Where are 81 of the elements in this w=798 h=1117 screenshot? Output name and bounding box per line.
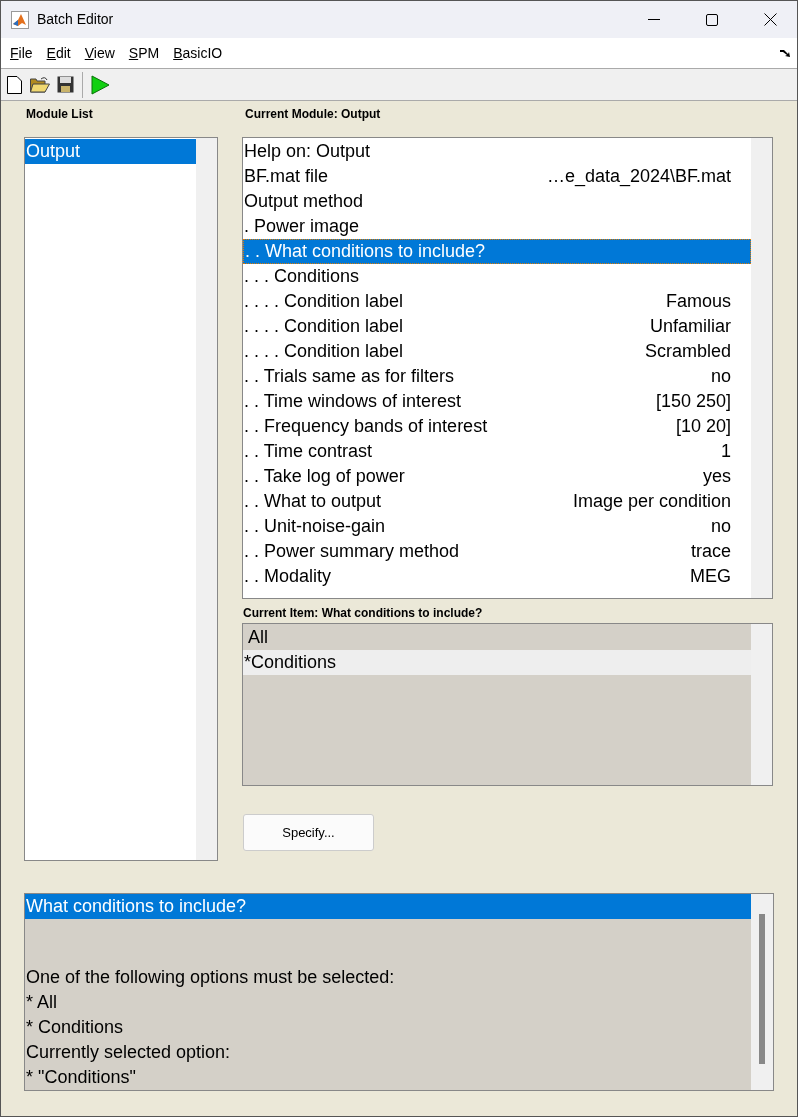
maximize-icon — [706, 13, 718, 26]
panel-label: Current Item: What conditions to include? — [243, 605, 484, 622]
panel-label: Current Module: Output — [245, 106, 382, 123]
row-label: . . . Conditions — [244, 265, 360, 288]
scrollbar-track[interactable] — [751, 138, 772, 598]
row-label: . . . . Condition label — [244, 290, 404, 313]
tree-row[interactable]: BF.mat file …e_data_2024\BF.mat — [243, 164, 751, 189]
scrollbar-track[interactable] — [751, 624, 772, 785]
tree-row[interactable]: Help on: Output — [243, 139, 751, 164]
row-value: no — [710, 515, 731, 538]
row-value: MEG — [690, 565, 731, 588]
row-label: Output method — [244, 190, 364, 213]
tree-row[interactable]: . . . . Condition label Unfamiliar — [243, 314, 751, 339]
scrollbar-track[interactable] — [196, 138, 217, 860]
help-text: One of the following options must be selected: — [25, 966, 396, 989]
help-text: * "Conditions" — [25, 1066, 137, 1089]
tree-row[interactable]: . . Unit-noise-gain no — [243, 514, 751, 539]
row-label: . . Frequency bands of interest — [244, 415, 488, 438]
row-value: Unfamiliar — [649, 315, 731, 338]
row-value: 1 — [721, 440, 731, 463]
row-label: . . What conditions to include? — [245, 240, 486, 263]
row-value: Famous — [665, 290, 731, 313]
tree-row[interactable]: . Power image — [243, 214, 751, 239]
app-logo-icon — [11, 10, 29, 29]
menu-item[interactable]: Edit — [46, 42, 71, 64]
menu-item[interactable]: View — [84, 42, 115, 64]
row-label: . . Trials same as for filters — [244, 365, 455, 388]
row-value: trace — [690, 540, 731, 563]
row-value: [10 20] — [675, 415, 731, 438]
row-value: no — [710, 365, 731, 388]
open-folder-icon[interactable] — [30, 76, 50, 93]
row-label: . . What to output — [244, 490, 382, 513]
menu-item[interactable]: File — [10, 42, 33, 64]
row-label: . . . . Condition label — [244, 340, 404, 363]
run-icon[interactable] — [91, 74, 110, 95]
row-value: Scrambled — [644, 340, 731, 363]
minimize-icon — [648, 18, 660, 21]
dock-arrow-icon[interactable] — [780, 48, 791, 58]
row-value: [150 250] — [655, 390, 731, 413]
tree-row[interactable]: . . Power summary method trace — [243, 539, 751, 564]
close-icon — [763, 13, 777, 26]
row-label: . . Unit-noise-gain — [244, 515, 386, 538]
row-value: yes — [703, 465, 731, 488]
row-label: . . Time windows of interest — [244, 390, 462, 413]
scrollbar-thumb[interactable] — [759, 914, 765, 1064]
row-value: Image per condition — [572, 490, 731, 513]
help-text: * All — [25, 991, 59, 1014]
help-heading: What conditions to include? — [25, 894, 751, 919]
row-label: Help on: Output — [244, 140, 371, 163]
tree-row[interactable]: . . Modality MEG — [243, 564, 751, 589]
row-label: . . Power summary method — [244, 540, 460, 563]
row-label: . . . . Condition label — [244, 315, 404, 338]
tree-row[interactable]: Output method — [243, 189, 751, 214]
tree-row[interactable]: . . Time contrast 1 — [243, 439, 751, 464]
tree-row[interactable]: . . . . Condition label Famous — [243, 289, 751, 314]
tree-row[interactable]: . . . Conditions — [243, 264, 751, 289]
row-label: . . Time contrast — [244, 440, 373, 463]
option-item[interactable]: *Conditions — [243, 650, 751, 675]
window-title: Batch Editor — [37, 10, 114, 29]
panel-label: Module List — [26, 106, 94, 123]
specify-button[interactable]: Specify... — [243, 814, 374, 851]
option-item[interactable]: All — [243, 625, 751, 650]
row-label: BF.mat file — [244, 165, 329, 188]
row-label: . . Modality — [244, 565, 332, 588]
row-value: …e_data_2024\BF.mat — [546, 165, 731, 189]
tree-row[interactable]: . . Frequency bands of interest [10 20] — [243, 414, 751, 439]
tree-row[interactable]: . . What to output Image per condition — [243, 489, 751, 514]
help-text: * Conditions — [25, 1016, 125, 1039]
tree-row[interactable]: . . . . Condition label Scrambled — [243, 339, 751, 364]
row-label: . Power image — [244, 215, 360, 238]
menu-item[interactable]: BasicIO — [173, 42, 223, 64]
tree-row[interactable]: . . Take log of power yes — [243, 464, 751, 489]
help-text: Currently selected option: — [25, 1041, 232, 1064]
menu-item[interactable]: SPM — [128, 42, 160, 64]
module-list-item[interactable]: Output — [25, 139, 196, 164]
new-file-icon[interactable] — [7, 75, 22, 94]
tree-row[interactable]: . . Trials same as for filters no — [243, 364, 751, 389]
save-icon[interactable] — [57, 76, 74, 93]
row-label: . . Take log of power — [244, 465, 405, 488]
tree-row[interactable]: . . What conditions to include? — [243, 239, 751, 264]
tree-row[interactable]: . . Time windows of interest [150 250] — [243, 389, 751, 414]
